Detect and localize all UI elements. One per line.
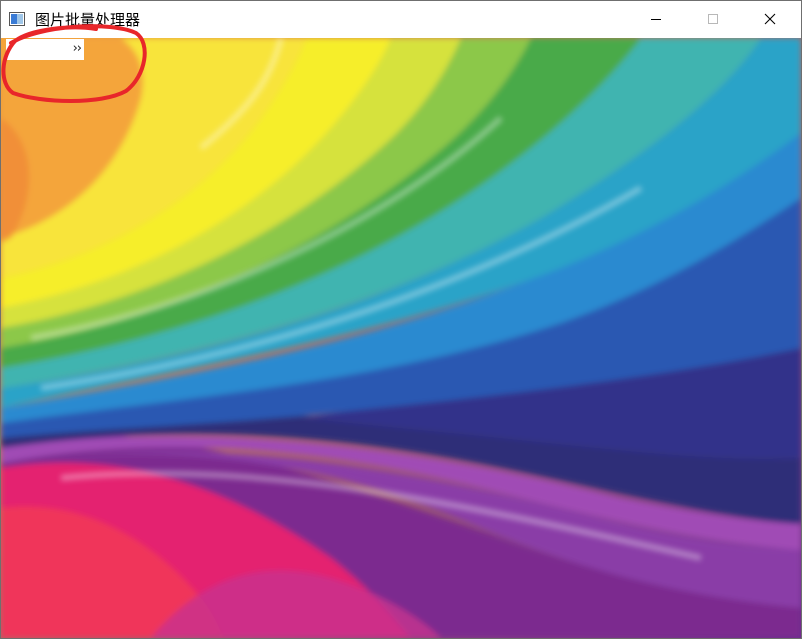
toolbar-expand-button[interactable]: ››	[6, 39, 84, 60]
app-icon	[9, 11, 25, 27]
rainbow-swirl-image	[1, 38, 801, 638]
chevron-double-right-icon: ››	[72, 41, 82, 56]
window-title: 图片批量处理器	[35, 11, 141, 29]
maximize-button[interactable]	[690, 1, 736, 37]
maximize-icon	[707, 10, 719, 29]
app-window: 图片批量处理器 ››	[0, 0, 802, 639]
close-icon	[764, 10, 776, 29]
minimize-icon	[650, 10, 662, 29]
minimize-button[interactable]	[633, 1, 679, 37]
close-button[interactable]	[747, 1, 793, 37]
image-canvas[interactable]	[1, 38, 801, 638]
title-bar[interactable]: 图片批量处理器	[1, 1, 801, 37]
